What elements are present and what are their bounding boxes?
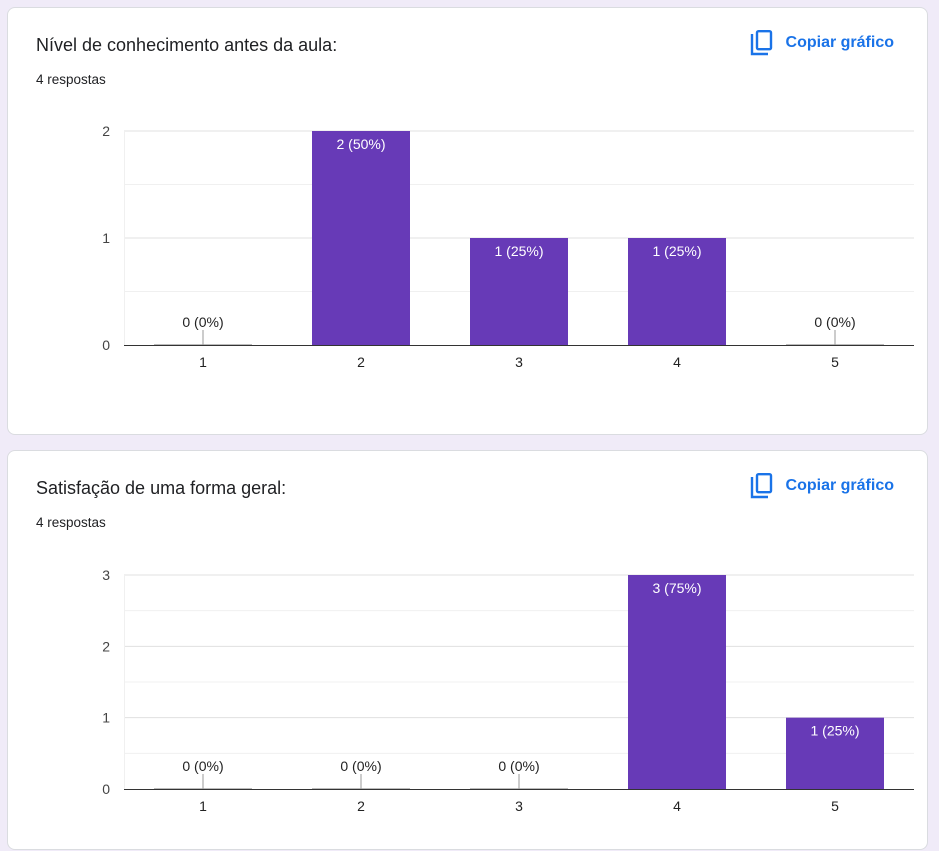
chart-card-satisfaction: Satisfação de uma forma geral: 4 respost… (7, 450, 928, 850)
bar-data-label: 1 (25%) (652, 243, 701, 259)
y-tick-label: 2 (102, 638, 110, 654)
bar-chart: 0 1 2 0 (0%) 1 2 (50%) 2 1 (25%) 3 1 (25%) 4 0 (0%)… (102, 123, 914, 370)
x-tick-label: 5 (831, 798, 839, 814)
x-tick-label: 1 (199, 798, 207, 814)
bar (312, 131, 410, 345)
bar-data-label: 1 (25%) (494, 243, 543, 259)
x-tick-label: 3 (515, 798, 523, 814)
bar-data-label: 3 (75%) (652, 580, 701, 596)
y-tick-label: 2 (102, 123, 110, 139)
x-tick-label: 2 (357, 354, 365, 370)
bar-data-label: 0 (0%) (340, 758, 381, 774)
bar-data-label: 2 (50%) (336, 136, 385, 152)
bar-data-label: 0 (0%) (814, 314, 855, 330)
x-tick-label: 4 (673, 354, 681, 370)
chart-card-knowledge: Nível de conhecimento antes da aula: 4 r… (7, 7, 928, 435)
y-tick-label: 1 (102, 710, 110, 726)
x-tick-label: 4 (673, 798, 681, 814)
y-tick-label: 3 (102, 567, 110, 583)
bar-chart: 0 1 2 3 0 (0%) 1 0 (0%) 2 0 (0%) 3 3 (75%) 4 1 (25%)… (102, 567, 914, 814)
y-tick-label: 0 (102, 781, 110, 797)
bar (628, 575, 726, 789)
x-tick-label: 3 (515, 354, 523, 370)
bar-data-label: 0 (0%) (182, 314, 223, 330)
y-tick-label: 0 (102, 337, 110, 353)
x-tick-label: 2 (357, 798, 365, 814)
x-tick-label: 1 (199, 354, 207, 370)
x-tick-label: 5 (831, 354, 839, 370)
bar-data-label: 1 (25%) (810, 723, 859, 739)
bar-data-label: 0 (0%) (182, 758, 223, 774)
y-tick-label: 1 (102, 230, 110, 246)
bar-data-label: 0 (0%) (498, 758, 539, 774)
